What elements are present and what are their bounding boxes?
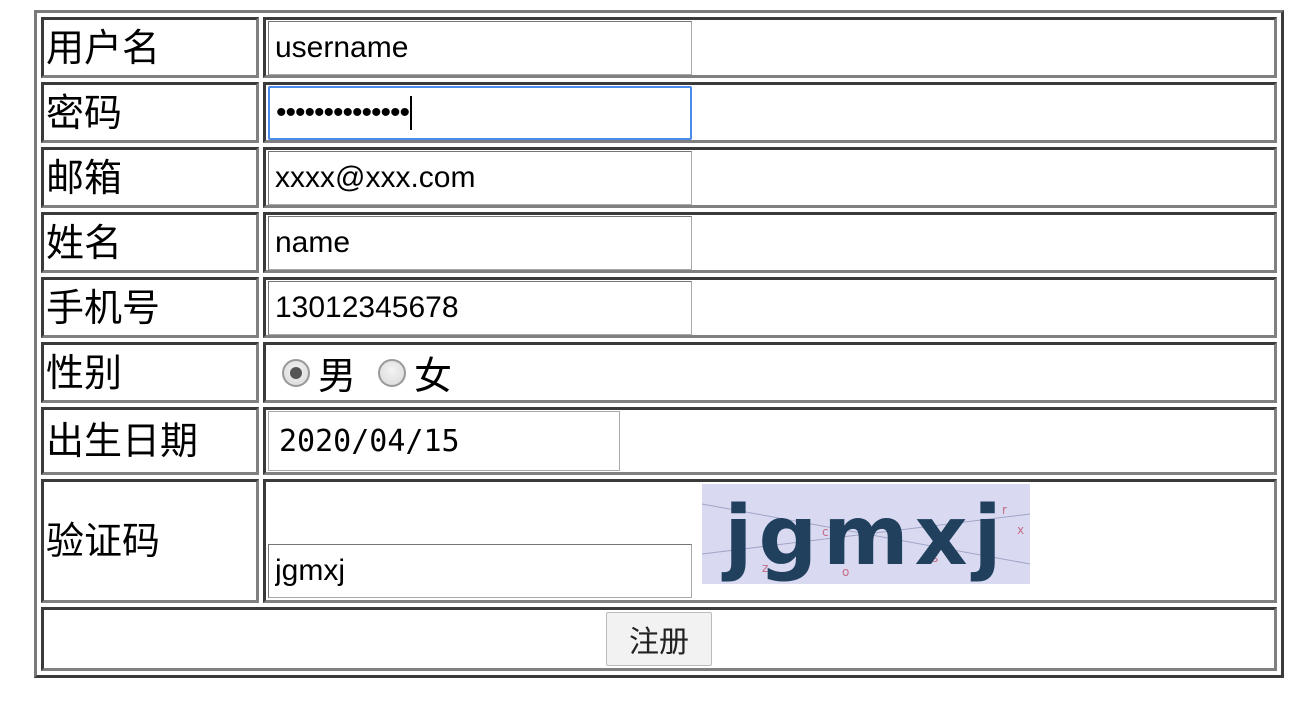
gender-radio-group: 男 女 <box>268 345 1272 400</box>
gender-cell: 男 女 <box>263 342 1277 403</box>
captcha-cell: cae srx oz jgmxj <box>263 479 1277 603</box>
captcha-label: 验证码 <box>41 479 259 603</box>
name-label: 姓名 <box>41 212 259 273</box>
registration-form: 用户名 密码 •••••••••••••• 邮箱 姓名 手机号 性别 <box>34 10 1284 678</box>
text-cursor <box>410 95 413 130</box>
name-row: 姓名 <box>41 212 1277 273</box>
submit-row: 注册 <box>41 607 1277 671</box>
captcha-row: 验证码 cae srx oz jgmxj <box>41 479 1277 603</box>
gender-female-radio[interactable] <box>378 358 407 387</box>
email-cell <box>263 147 1277 208</box>
phone-input[interactable] <box>268 280 692 335</box>
email-label: 邮箱 <box>41 147 259 208</box>
password-cell: •••••••••••••• <box>263 82 1277 143</box>
password-label: 密码 <box>41 82 259 143</box>
gender-male-radio[interactable] <box>282 358 310 387</box>
password-row: 密码 •••••••••••••• <box>41 82 1277 143</box>
register-button[interactable]: 注册 <box>606 612 712 666</box>
svg-text:x: x <box>1017 523 1024 537</box>
gender-female-label: 女 <box>414 354 453 398</box>
phone-cell <box>263 277 1277 338</box>
submit-cell: 注册 <box>41 607 1277 671</box>
gender-label: 性别 <box>41 342 259 403</box>
captcha-image[interactable]: cae srx oz jgmxj <box>702 484 1030 584</box>
captcha-input[interactable] <box>268 544 692 598</box>
birthday-label: 出生日期 <box>41 407 259 475</box>
captcha-image-text: jgmxj <box>721 489 1007 584</box>
username-input[interactable] <box>268 20 692 75</box>
email-input[interactable] <box>268 150 692 205</box>
username-label: 用户名 <box>41 17 259 78</box>
username-cell <box>263 17 1277 78</box>
phone-row: 手机号 <box>41 277 1277 338</box>
birthday-cell <box>263 407 1277 475</box>
username-row: 用户名 <box>41 17 1277 78</box>
birthday-row: 出生日期 <box>41 407 1277 475</box>
gender-row: 性别 男 女 <box>41 342 1277 403</box>
phone-label: 手机号 <box>41 277 259 338</box>
password-masked-value: •••••••••••••• <box>276 95 410 129</box>
radio-selected-dot <box>290 366 302 379</box>
email-row: 邮箱 <box>41 147 1277 208</box>
gender-male-label: 男 <box>318 354 357 398</box>
birthday-date-input[interactable] <box>268 411 620 471</box>
name-cell <box>263 212 1277 273</box>
captcha-wrap: cae srx oz jgmxj <box>268 482 1272 600</box>
name-input[interactable] <box>268 215 692 270</box>
password-input[interactable]: •••••••••••••• <box>268 85 692 140</box>
